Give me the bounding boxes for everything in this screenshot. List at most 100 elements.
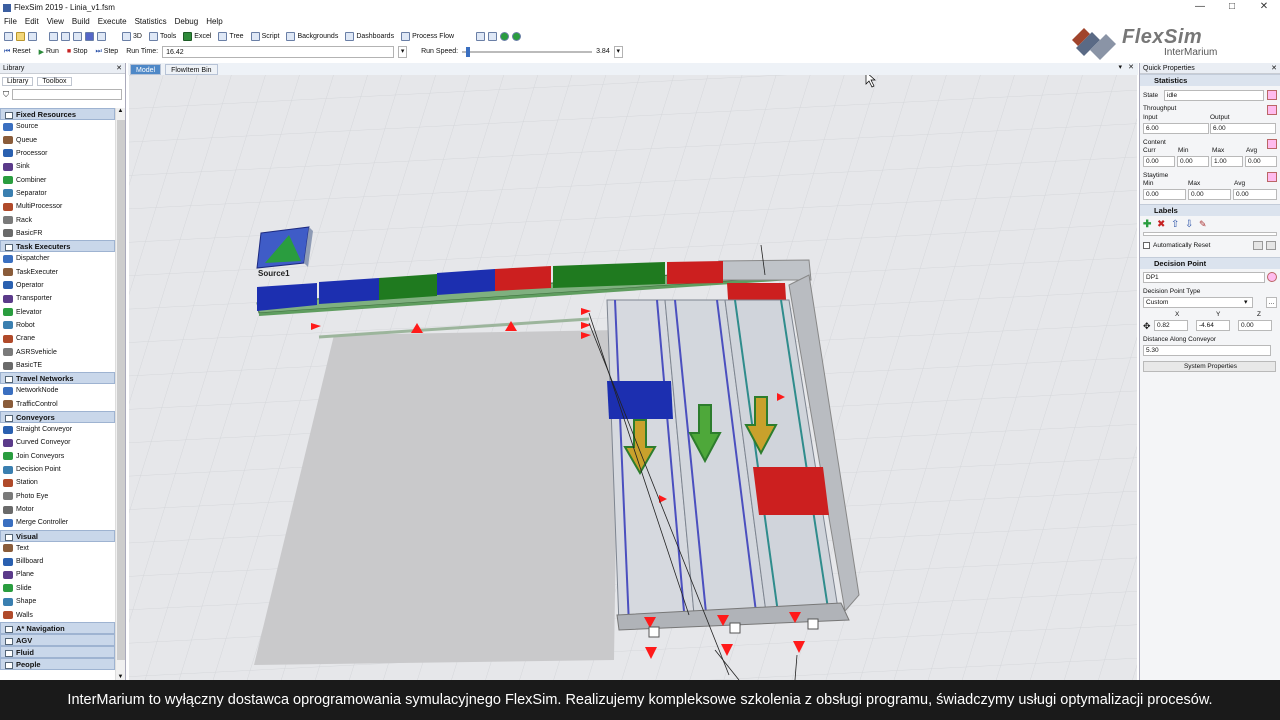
open-folder-icon[interactable] bbox=[16, 31, 25, 41]
new-file-icon[interactable] bbox=[4, 31, 13, 41]
library-item-operator[interactable]: Operator bbox=[0, 279, 115, 292]
reset-button[interactable]: ⏮ Reset bbox=[4, 48, 31, 56]
decision-point-properties-icon[interactable] bbox=[1267, 272, 1277, 282]
photo-eye-3[interactable] bbox=[807, 618, 819, 630]
z-field[interactable]: 0.00 bbox=[1238, 320, 1272, 331]
staytime-pin-icon[interactable] bbox=[1267, 172, 1277, 182]
online-icon[interactable] bbox=[512, 31, 522, 41]
library-item-sink[interactable]: Sink bbox=[0, 160, 115, 173]
photo-eye-2[interactable] bbox=[729, 622, 741, 634]
menu-view[interactable]: View bbox=[43, 17, 68, 26]
library-search-input[interactable] bbox=[12, 89, 122, 100]
library-item-slide[interactable]: Slide bbox=[0, 582, 115, 595]
remove-label-icon[interactable]: ✖ bbox=[1157, 219, 1165, 230]
run-speed-dropdown[interactable]: ▾ bbox=[613, 45, 623, 58]
library-item-straight-conveyor[interactable]: Straight Conveyor bbox=[0, 423, 115, 436]
throughput-pin-icon[interactable] bbox=[1267, 105, 1277, 115]
connect-mode-icon[interactable] bbox=[61, 31, 70, 41]
type-dropdown-icon[interactable]: ▾ bbox=[1244, 298, 1248, 306]
tab-model[interactable]: Model bbox=[130, 63, 162, 75]
photo-eye-1[interactable] bbox=[648, 626, 660, 638]
y-field[interactable]: -4.64 bbox=[1196, 320, 1230, 331]
toolbar-3d-button[interactable]: 3D bbox=[122, 31, 142, 41]
menu-help[interactable]: Help bbox=[202, 17, 226, 26]
toolbar-processflow-button[interactable]: Process Flow bbox=[401, 31, 454, 41]
library-item-decision-point[interactable]: Decision Point bbox=[0, 463, 115, 476]
run-speed-thumb[interactable] bbox=[466, 46, 471, 57]
library-item-elevator[interactable]: Elevator bbox=[0, 305, 115, 318]
auto-reset-checkbox[interactable] bbox=[1143, 242, 1150, 249]
scroll-up-icon[interactable]: ▲ bbox=[116, 108, 125, 114]
run-time-dropdown[interactable]: ▾ bbox=[398, 45, 408, 58]
menu-execute[interactable]: Execute bbox=[94, 17, 131, 26]
labels-settings-icon[interactable] bbox=[1266, 241, 1276, 250]
category-conveyors[interactable]: Conveyors bbox=[0, 410, 115, 423]
tab-library[interactable]: Library bbox=[2, 76, 34, 86]
x-field[interactable]: 0.82 bbox=[1154, 320, 1188, 331]
view-close-icon[interactable]: ✕ bbox=[1128, 63, 1134, 71]
select-mode-icon[interactable] bbox=[73, 31, 82, 41]
decision-point-type-select[interactable]: Custom bbox=[1143, 297, 1253, 308]
library-item-taskexecuter[interactable]: TaskExecuter bbox=[0, 265, 115, 278]
type-edit-button[interactable]: … bbox=[1266, 297, 1277, 308]
quick-properties-close-icon[interactable]: ✕ bbox=[1271, 63, 1277, 74]
library-item-separator[interactable]: Separator bbox=[0, 187, 115, 200]
menu-debug[interactable]: Debug bbox=[171, 17, 203, 26]
library-item-join-conveyors[interactable]: Join Conveyors bbox=[0, 450, 115, 463]
library-item-plane[interactable]: Plane bbox=[0, 568, 115, 581]
category-people[interactable]: People bbox=[0, 657, 115, 670]
labels-header[interactable]: Labels bbox=[1140, 204, 1280, 216]
library-scroll-thumb[interactable] bbox=[117, 120, 125, 660]
view-options-icon[interactable] bbox=[85, 31, 94, 41]
menu-build[interactable]: Build bbox=[68, 17, 94, 26]
category-fixed-resources[interactable]: Fixed Resources bbox=[0, 108, 115, 120]
library-item-source[interactable]: Source bbox=[0, 120, 115, 133]
maximize-button[interactable]: □ bbox=[1217, 0, 1247, 15]
run-speed-slider[interactable] bbox=[462, 46, 593, 57]
minimize-button[interactable]: — bbox=[1185, 0, 1215, 15]
step-button[interactable]: ⏭ Step bbox=[95, 48, 118, 56]
toolbar-script-button[interactable]: Script bbox=[250, 31, 279, 41]
statistics-header[interactable]: Statistics bbox=[1140, 74, 1280, 86]
library-item-processor[interactable]: Processor bbox=[0, 147, 115, 160]
library-close-icon[interactable]: ✕ bbox=[116, 63, 122, 74]
window-icon[interactable] bbox=[488, 31, 498, 41]
category-visual[interactable]: Visual bbox=[0, 529, 115, 542]
labels-option-icon[interactable] bbox=[1253, 241, 1263, 250]
source-object[interactable] bbox=[256, 226, 313, 269]
labels-table[interactable] bbox=[1143, 232, 1277, 236]
library-item-networknode[interactable]: NetworkNode bbox=[0, 384, 115, 397]
library-item-robot[interactable]: Robot bbox=[0, 319, 115, 332]
library-item-curved-conveyor[interactable]: Curved Conveyor bbox=[0, 436, 115, 449]
move-up-icon[interactable]: ⇧ bbox=[1171, 219, 1179, 230]
library-item-queue[interactable]: Queue bbox=[0, 133, 115, 146]
category-task-executers[interactable]: Task Executers bbox=[0, 240, 115, 253]
add-label-icon[interactable]: ✚ bbox=[1143, 219, 1151, 230]
library-item-rack[interactable]: Rack bbox=[0, 213, 115, 226]
tab-toolbox[interactable]: Toolbox bbox=[37, 76, 72, 86]
menu-file[interactable]: File bbox=[0, 17, 21, 26]
media-icon[interactable] bbox=[97, 31, 106, 41]
library-item-walls[interactable]: Walls bbox=[0, 608, 115, 621]
decision-point-header[interactable]: Decision Point bbox=[1140, 257, 1280, 269]
model-3d-view[interactable]: Source1 bbox=[129, 75, 1137, 680]
state-pin-icon[interactable] bbox=[1267, 90, 1277, 100]
library-item-text[interactable]: Text bbox=[0, 542, 115, 555]
decision-point-name-field[interactable]: DP1 bbox=[1143, 272, 1265, 283]
run-button[interactable]: ▶ Run bbox=[39, 48, 59, 56]
library-item-photo-eye[interactable]: Photo Eye bbox=[0, 490, 115, 503]
tab-flowitem-bin[interactable]: FlowItem Bin bbox=[165, 63, 218, 75]
library-item-merge-controller[interactable]: Merge Controller bbox=[0, 516, 115, 529]
library-item-billboard[interactable]: Billboard bbox=[0, 555, 115, 568]
save-icon[interactable] bbox=[28, 31, 37, 41]
toolbar-backgrounds-button[interactable]: Backgrounds bbox=[286, 31, 338, 41]
library-item-basicte[interactable]: BasicTE bbox=[0, 359, 115, 372]
toolbar-excel-button[interactable]: Excel bbox=[183, 31, 211, 41]
system-properties-button[interactable]: System Properties bbox=[1143, 361, 1276, 372]
library-scrollbar[interactable]: ▲ ▼ bbox=[115, 108, 125, 680]
menu-edit[interactable]: Edit bbox=[21, 17, 43, 26]
category-fluid[interactable]: Fluid bbox=[0, 645, 115, 658]
run-time-field[interactable]: 16.42 bbox=[162, 45, 395, 58]
view-menu-icon[interactable]: ▾ bbox=[1118, 63, 1122, 71]
help-icon[interactable] bbox=[500, 31, 510, 41]
